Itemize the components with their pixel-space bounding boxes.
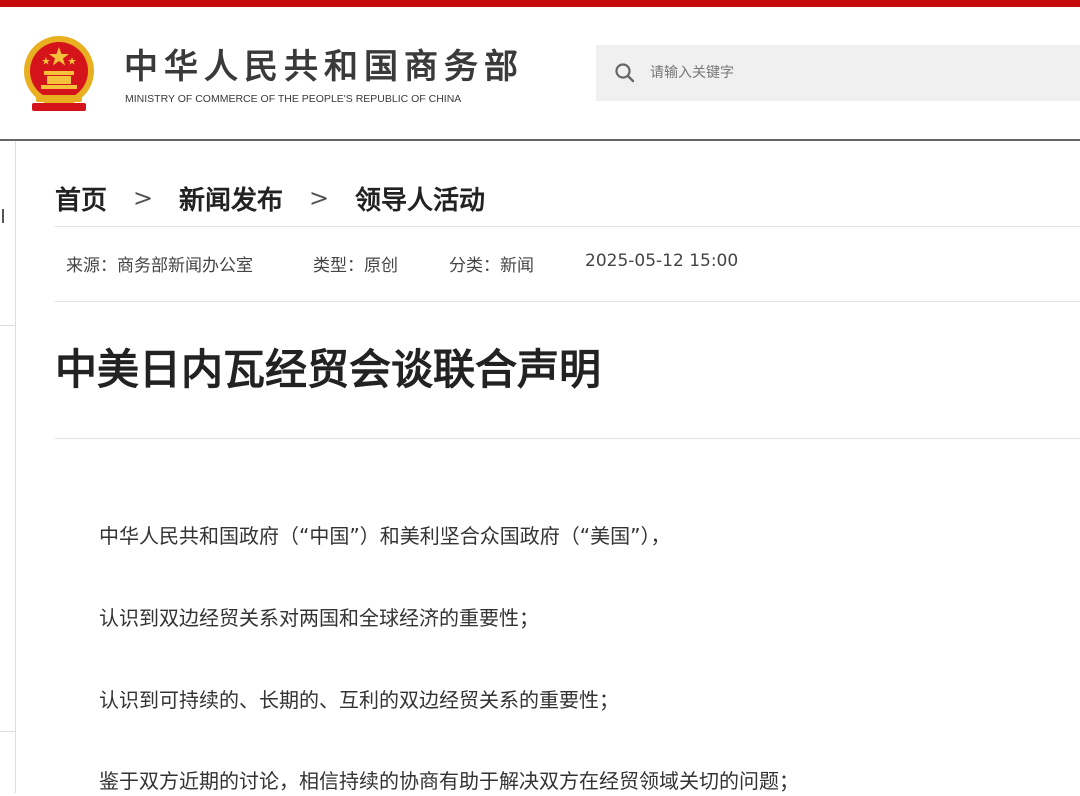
top-accent-bar (0, 0, 1080, 7)
article-paragraph: 认识到可持续的、长期的、互利的双边经贸关系的重要性； (99, 688, 619, 712)
site-title[interactable]: 中华人民共和国商务部 (124, 47, 524, 87)
breadcrumb: 首页 > 新闻发布 > 领导人活动 (55, 178, 485, 218)
meta-category: 分类：新闻 (449, 256, 534, 276)
article-paragraph: 鉴于双方近期的讨论，相信持续的协商有助于解决双方在经贸领域关切的问题； (99, 769, 799, 793)
search-input[interactable] (650, 45, 1070, 101)
left-side-rail (0, 141, 16, 793)
site-header: 中华人民共和国商务部 MINISTRY OF COMMERCE OF THE P… (0, 7, 1080, 141)
meta-type: 类型：原创 (313, 256, 398, 276)
breadcrumb-separator: > (132, 184, 154, 212)
rail-divider (0, 731, 16, 732)
divider (55, 438, 1080, 439)
article-paragraph: 中华人民共和国政府（“中国”）和美利坚合众国政府（“美国”）， (99, 524, 671, 548)
divider (55, 301, 1080, 302)
breadcrumb-news-release[interactable]: 新闻发布 (179, 180, 283, 217)
search-icon[interactable] (614, 62, 636, 84)
breadcrumb-leader-activities[interactable]: 领导人活动 (355, 180, 485, 217)
article-title: 中美日内瓦经贸会谈联合声明 (55, 345, 602, 394)
rail-divider (0, 325, 16, 326)
breadcrumb-home[interactable]: 首页 (55, 180, 107, 217)
meta-source: 来源：商务部新闻办公室 (66, 256, 253, 276)
breadcrumb-separator: > (308, 184, 330, 212)
meta-datetime: 2025-05-12 15:00 (585, 251, 739, 271)
search-box (596, 45, 1080, 101)
rail-marker (2, 209, 4, 223)
divider (55, 226, 1080, 227)
site-subtitle: MINISTRY OF COMMERCE OF THE PEOPLE'S REP… (125, 93, 462, 105)
national-emblem-icon[interactable] (22, 35, 96, 115)
article-paragraph: 认识到双边经贸关系对两国和全球经济的重要性； (99, 606, 539, 630)
